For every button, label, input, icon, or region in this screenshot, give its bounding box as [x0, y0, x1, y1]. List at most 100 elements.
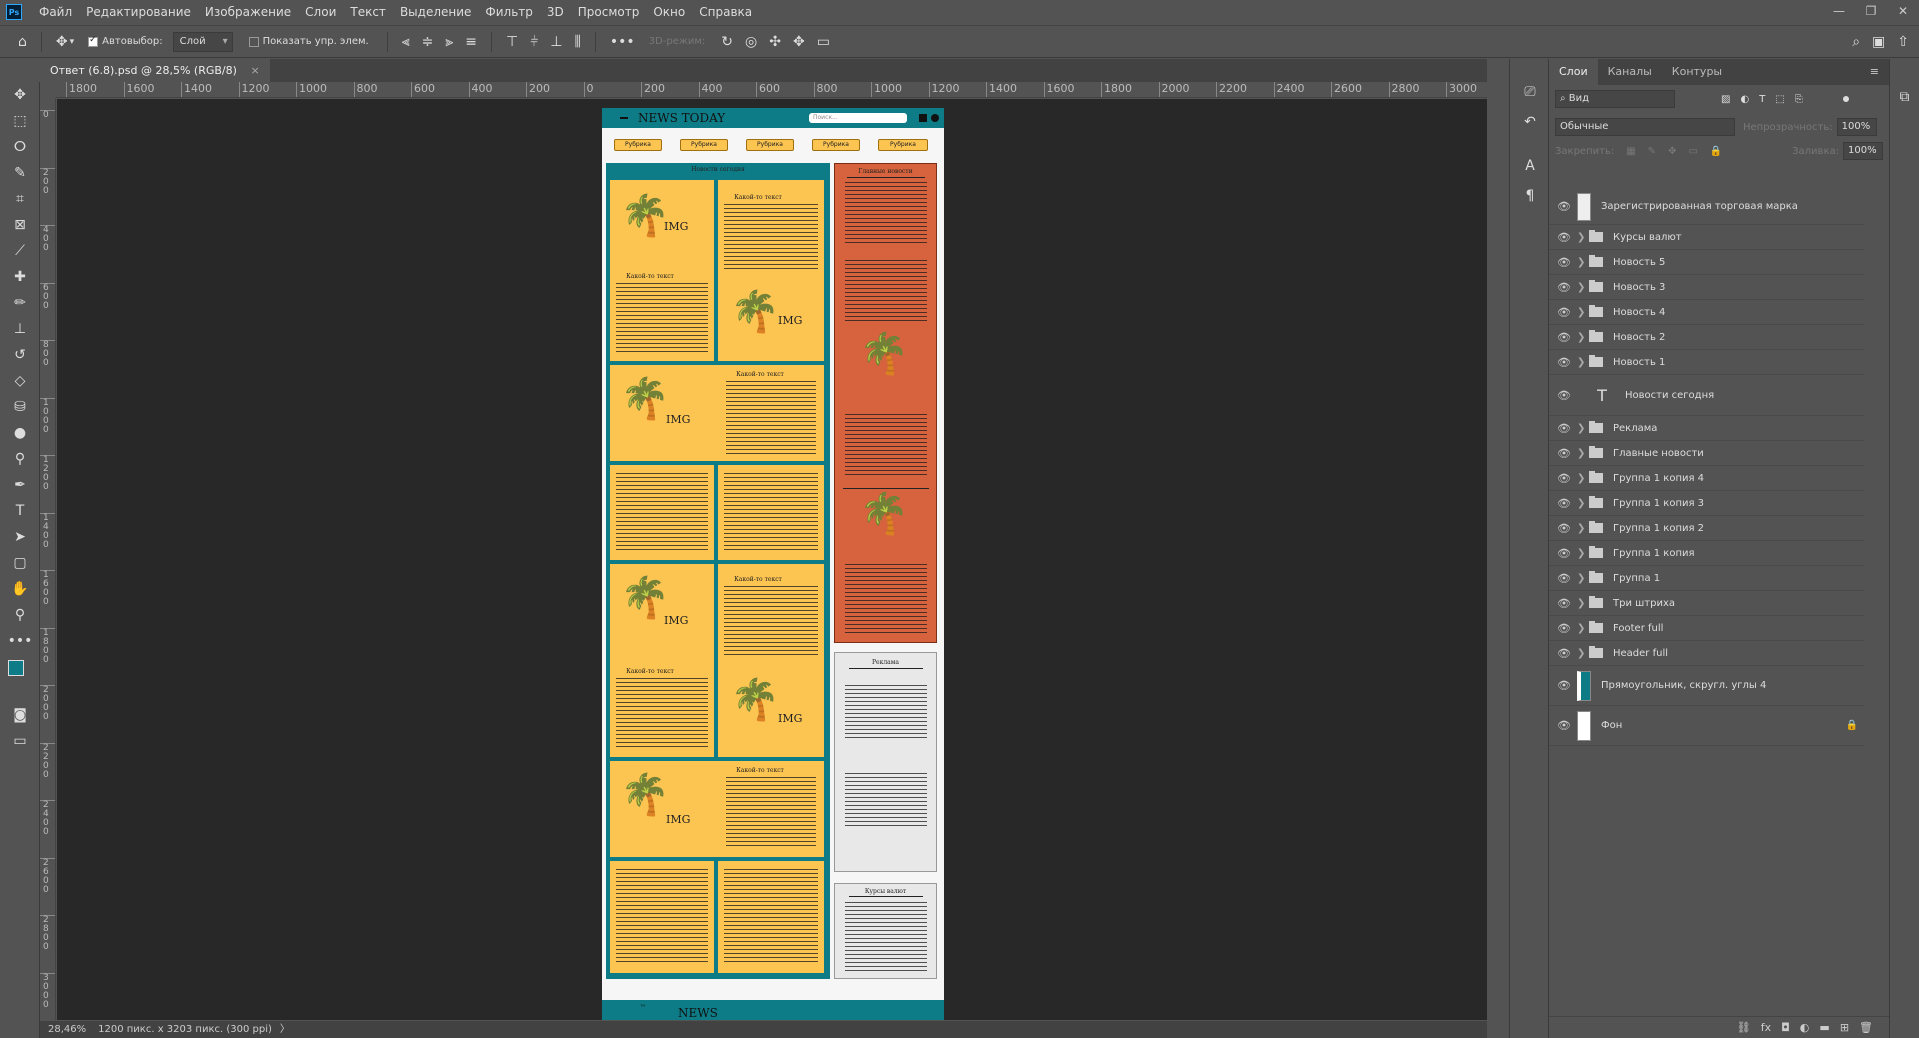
layer-row[interactable]: 👁 ❯ Группа 1 копия — [1549, 541, 1864, 566]
frame-tool-icon[interactable]: ⊠ — [0, 212, 40, 238]
visibility-eye-icon[interactable]: 👁 — [1557, 547, 1571, 560]
lock-position-icon[interactable]: ✥ — [1668, 146, 1676, 157]
horizontal-ruler[interactable]: 1800 1600 1400 1200 1000 800 600 400 200 0 200 400 6… — [56, 82, 1487, 98]
expand-chevron-icon[interactable]: ❯ — [1577, 648, 1589, 659]
layer-filter-select[interactable]: ⌕ Вид — [1555, 90, 1675, 108]
expand-chevron-icon[interactable]: ❯ — [1577, 257, 1589, 268]
visibility-eye-icon[interactable]: 👁 — [1557, 719, 1571, 732]
foreground-color-swatch[interactable] — [8, 660, 24, 676]
align-right-icon[interactable]: ⫸ — [445, 34, 453, 50]
autoselect-target-select[interactable]: Слой — [172, 31, 233, 52]
layer-row[interactable]: 👁 ❯ Реклама — [1549, 416, 1864, 441]
zoom-level[interactable]: 28,46% — [48, 1021, 86, 1038]
layer-row[interactable]: 👁 ❯ Три штриха — [1549, 591, 1864, 616]
layer-row[interactable]: 👁 ❯ Курсы валют — [1549, 225, 1864, 250]
new-group-icon[interactable]: ▬ — [1819, 1021, 1829, 1034]
layer-style-icon[interactable]: fx — [1761, 1021, 1771, 1034]
search-icon[interactable]: ⌕ — [1852, 34, 1860, 50]
expand-chevron-icon[interactable]: ❯ — [1577, 523, 1589, 534]
layer-row[interactable]: 👁 Зарегистрированная торговая марка — [1549, 189, 1864, 225]
visibility-eye-icon[interactable]: 👁 — [1557, 647, 1571, 660]
visibility-eye-icon[interactable]: 👁 — [1557, 447, 1571, 460]
menu-image[interactable]: Изображение — [198, 0, 298, 24]
expand-chevron-icon[interactable]: ❯ — [1577, 473, 1589, 484]
expand-chevron-icon[interactable]: ❯ — [1577, 598, 1589, 609]
show-transform-checkbox[interactable] — [248, 36, 259, 47]
layer-row[interactable]: 👁 ❯ Новость 5 — [1549, 250, 1864, 275]
expand-chevron-icon[interactable]: ❯ — [1577, 307, 1589, 318]
eraser-tool-icon[interactable]: ◇ — [0, 368, 40, 394]
expand-chevron-icon[interactable]: ❯ — [1577, 448, 1589, 459]
tool-preset-chevron-icon[interactable]: ▾ — [70, 37, 75, 47]
visibility-eye-icon[interactable]: 👁 — [1557, 256, 1571, 269]
filter-adjustment-icon[interactable]: ◐ — [1740, 94, 1749, 105]
tab-channels[interactable]: Каналы — [1598, 59, 1662, 85]
minimize-button[interactable]: — — [1823, 0, 1855, 24]
filter-smart-object-icon[interactable]: ⎘ — [1795, 94, 1803, 105]
visibility-eye-icon[interactable]: 👁 — [1557, 356, 1571, 369]
healing-brush-tool-icon[interactable]: ✚ — [0, 264, 40, 290]
fill-input[interactable]: 100% — [1843, 142, 1883, 160]
move-tool-icon[interactable]: ✥ — [56, 34, 68, 50]
expand-chevron-icon[interactable]: ❯ — [1577, 623, 1589, 634]
panel-menu-icon[interactable]: ≡ — [1870, 65, 1879, 78]
properties-icon[interactable]: ⧉ — [1890, 89, 1919, 105]
paint-bucket-tool-icon[interactable]: ⛁ — [0, 394, 40, 420]
layer-row[interactable]: 👁 ❯ Группа 1 копия 3 — [1549, 491, 1864, 516]
opacity-input[interactable]: 100% — [1836, 118, 1877, 136]
expand-chevron-icon[interactable]: ❯ — [1577, 357, 1589, 368]
layer-row[interactable]: 👁 T Новости сегодня — [1549, 375, 1864, 416]
autoselect-checkbox[interactable] — [88, 35, 99, 47]
close-window-button[interactable]: ✕ — [1887, 0, 1919, 24]
brush-tool-icon[interactable]: ✏ — [0, 290, 40, 316]
align-hcenter-icon[interactable]: ≑ — [422, 34, 434, 50]
move-tool-icon[interactable]: ✥ — [0, 82, 40, 108]
shape-tool-icon[interactable]: ▢ — [0, 550, 40, 576]
add-mask-icon[interactable]: ◘ — [1781, 1021, 1790, 1034]
menu-type[interactable]: Текст — [343, 0, 393, 24]
layer-row[interactable]: 👁 ❯ Новость 3 — [1549, 275, 1864, 300]
expand-chevron-icon[interactable]: ❯ — [1577, 232, 1589, 243]
layer-row[interactable]: 👁 Прямоугольник, скругл. углы 4 — [1549, 666, 1864, 706]
visibility-eye-icon[interactable]: 👁 — [1557, 281, 1571, 294]
visibility-eye-icon[interactable]: 👁 — [1557, 572, 1571, 585]
hand-tool-icon[interactable]: ✋ — [0, 576, 40, 602]
pen-tool-icon[interactable]: ✒ — [0, 472, 40, 498]
clone-stamp-tool-icon[interactable]: ⊥ — [0, 316, 40, 342]
delete-layer-icon[interactable]: 🗑 — [1859, 1021, 1873, 1034]
menu-window[interactable]: Окно — [646, 0, 692, 24]
menu-edit[interactable]: Редактирование — [79, 0, 198, 24]
layer-row[interactable]: 👁 ❯ Группа 1 копия 2 — [1549, 516, 1864, 541]
visibility-eye-icon[interactable]: 👁 — [1557, 331, 1571, 344]
share-icon[interactable]: ⇧ — [1897, 34, 1909, 50]
lock-pixels-icon[interactable]: ▦ — [1626, 146, 1635, 157]
quick-selection-tool-icon[interactable]: ✎ — [0, 160, 40, 186]
zoom-tool-icon[interactable]: ⚲ — [0, 602, 40, 628]
visibility-eye-icon[interactable]: 👁 — [1557, 472, 1571, 485]
visibility-eye-icon[interactable]: 👁 — [1557, 422, 1571, 435]
menu-help[interactable]: Справка — [692, 0, 759, 24]
lasso-tool-icon[interactable]: ⵔ — [0, 134, 40, 160]
filter-shape-icon[interactable]: ⬚ — [1775, 94, 1784, 105]
home-icon[interactable]: ⌂ — [18, 34, 27, 50]
align-bottom-icon[interactable]: ⊥ — [550, 34, 562, 50]
visibility-eye-icon[interactable]: 👁 — [1557, 200, 1571, 213]
close-tab-icon[interactable]: × — [250, 64, 259, 77]
tab-layers[interactable]: Слои — [1549, 59, 1598, 85]
filter-toggle-icon[interactable] — [1842, 96, 1849, 102]
menu-3d[interactable]: 3D — [540, 0, 571, 24]
expand-chevron-icon[interactable]: ❯ — [1577, 498, 1589, 509]
document-canvas[interactable]: NEWS TODAY Поиск... Рубрика Рубрика Рубр… — [602, 108, 944, 1034]
history-brush-tool-icon[interactable]: ↺ — [0, 342, 40, 368]
layer-row[interactable]: 👁 ❯ Header full — [1549, 641, 1864, 666]
crop-tool-icon[interactable]: ⌗ — [0, 186, 40, 212]
expand-chevron-icon[interactable]: ❯ — [1577, 282, 1589, 293]
blur-tool-icon[interactable]: ● — [0, 420, 40, 446]
swatches-icon[interactable]: ⎚ — [1510, 77, 1550, 107]
more-options-icon[interactable]: ••• — [610, 34, 635, 50]
align-top-icon[interactable]: ⊤ — [506, 34, 518, 50]
quick-mask-icon[interactable]: ◙ — [0, 702, 40, 728]
more-tools-icon[interactable]: ••• — [0, 628, 40, 654]
menu-select[interactable]: Выделение — [393, 0, 478, 24]
visibility-eye-icon[interactable]: 👁 — [1557, 622, 1571, 635]
